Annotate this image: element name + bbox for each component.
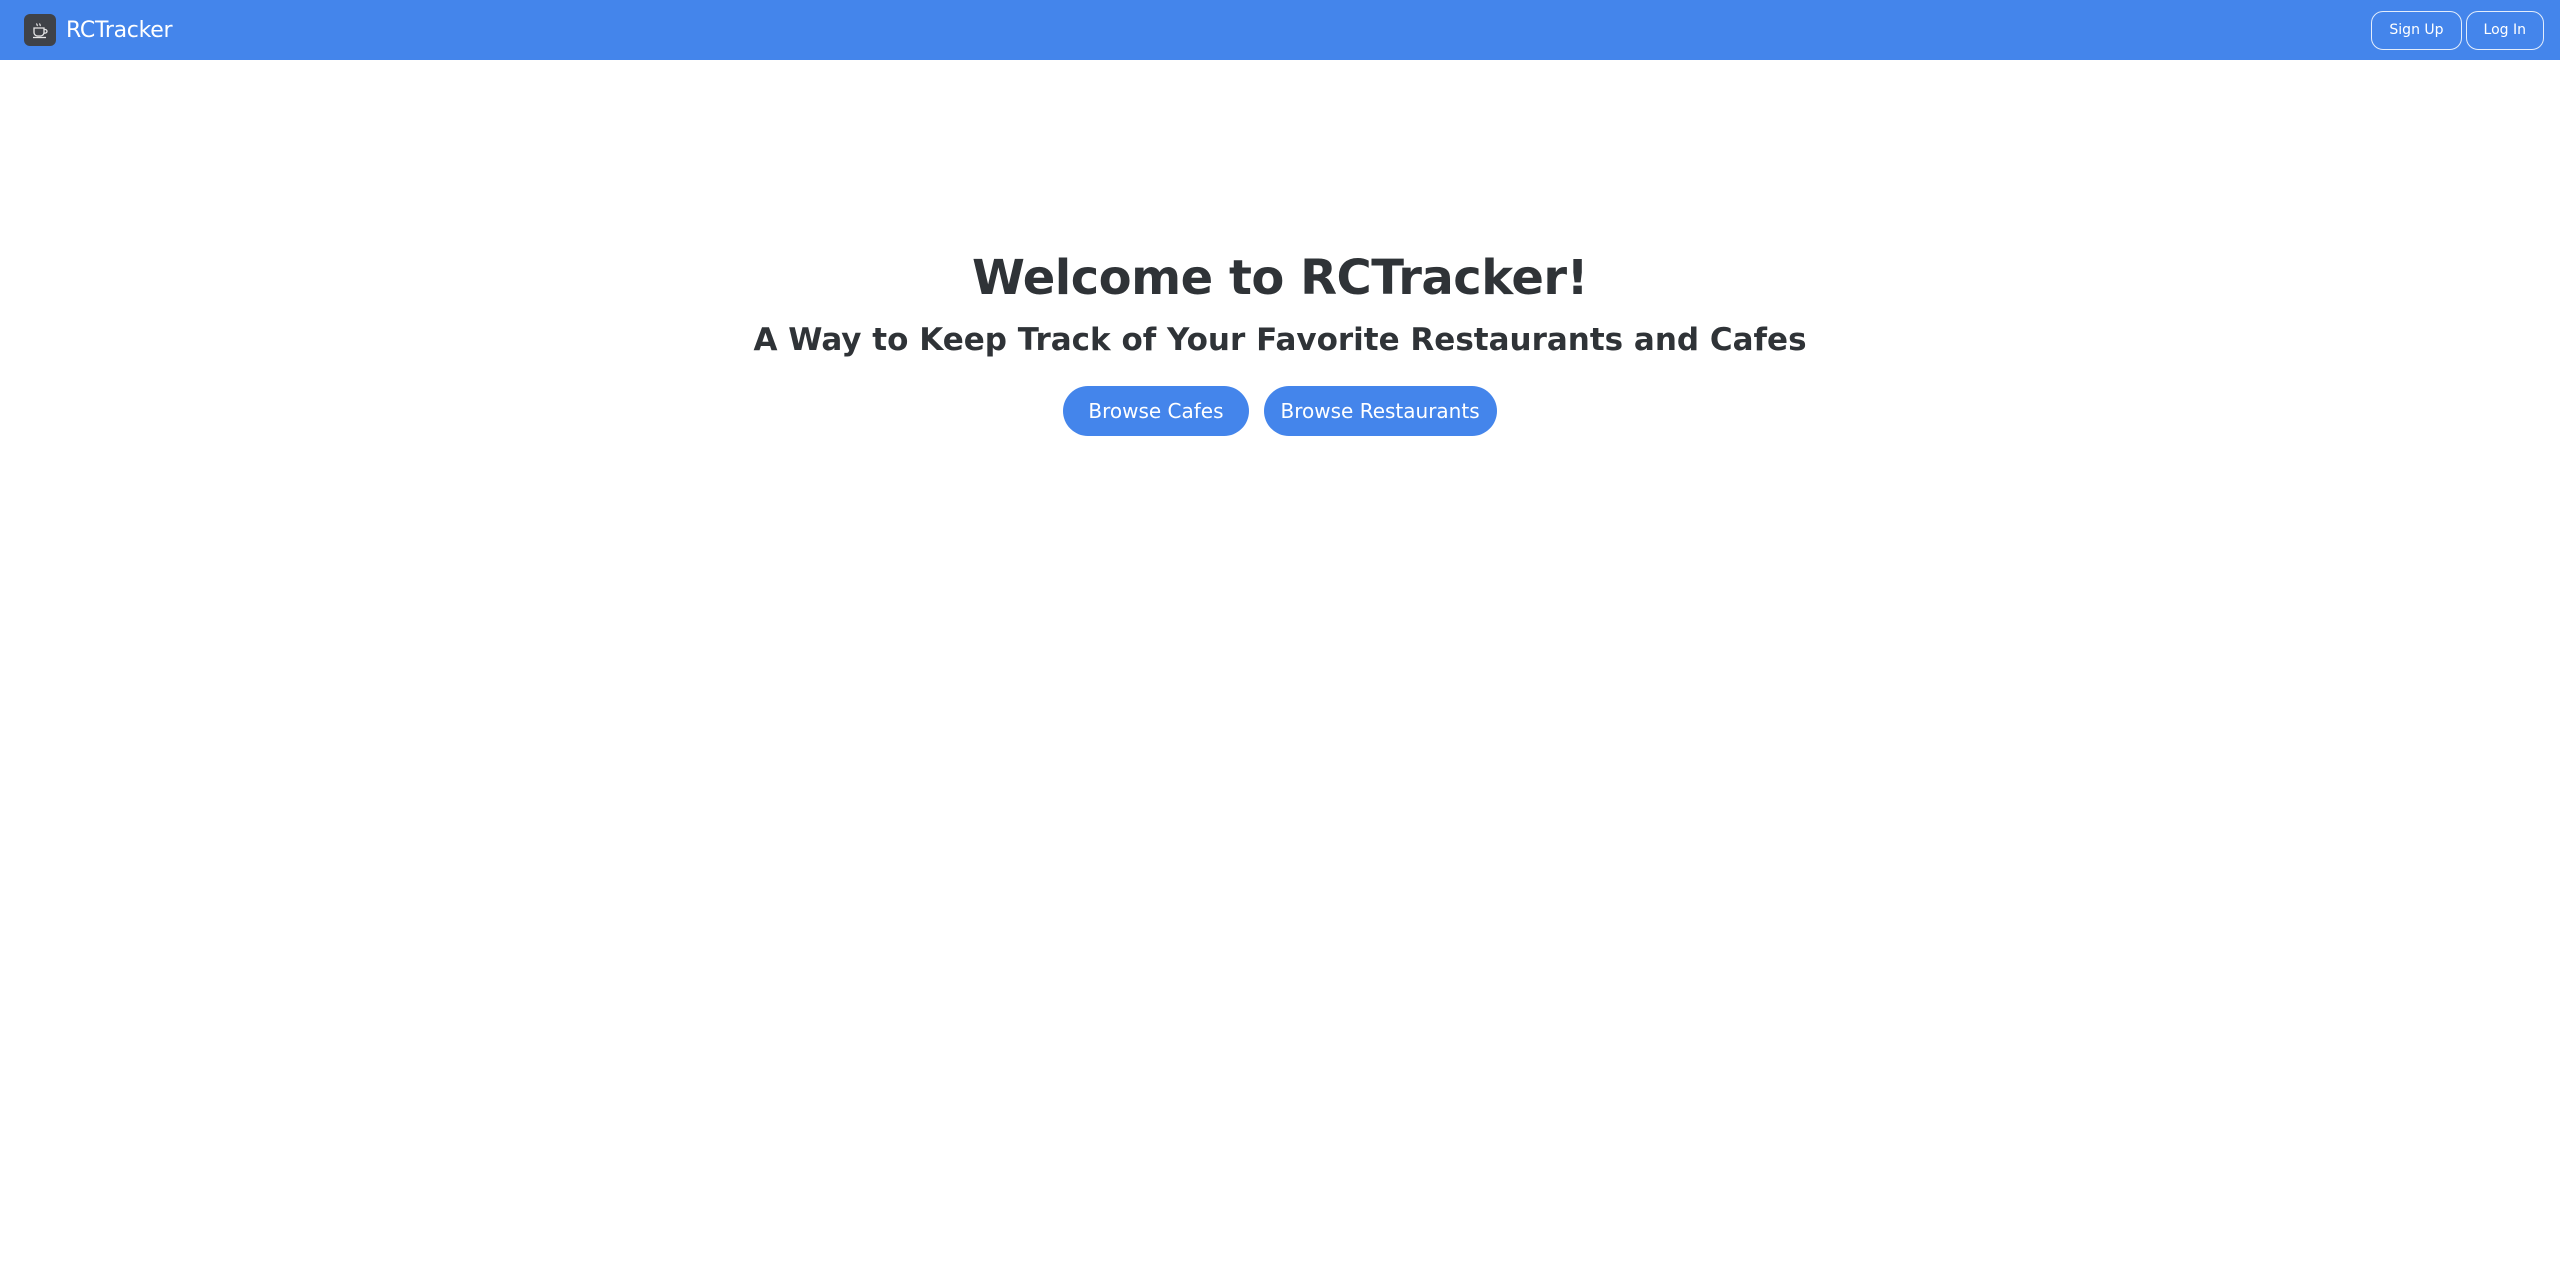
page-title: Welcome to RCTracker! [971, 250, 1589, 306]
browse-cafes-button[interactable]: Browse Cafes [1063, 386, 1249, 436]
brand-link[interactable]: RCTracker [24, 14, 173, 46]
nav-actions: Sign Up Log In [2371, 10, 2544, 50]
navbar: RCTracker Sign Up Log In [0, 0, 2560, 60]
brand-name: RCTracker [66, 17, 173, 43]
sign-up-button[interactable]: Sign Up [2371, 10, 2462, 50]
log-in-button[interactable]: Log In [2465, 10, 2544, 50]
hero-actions: Browse Cafes Browse Restaurants [1063, 386, 1497, 436]
page-subtitle: A Way to Keep Track of Your Favorite Res… [753, 322, 1807, 358]
browse-restaurants-button[interactable]: Browse Restaurants [1263, 386, 1497, 436]
coffee-cup-icon [24, 14, 56, 46]
hero-section: Welcome to RCTracker! A Way to Keep Trac… [0, 246, 2560, 436]
